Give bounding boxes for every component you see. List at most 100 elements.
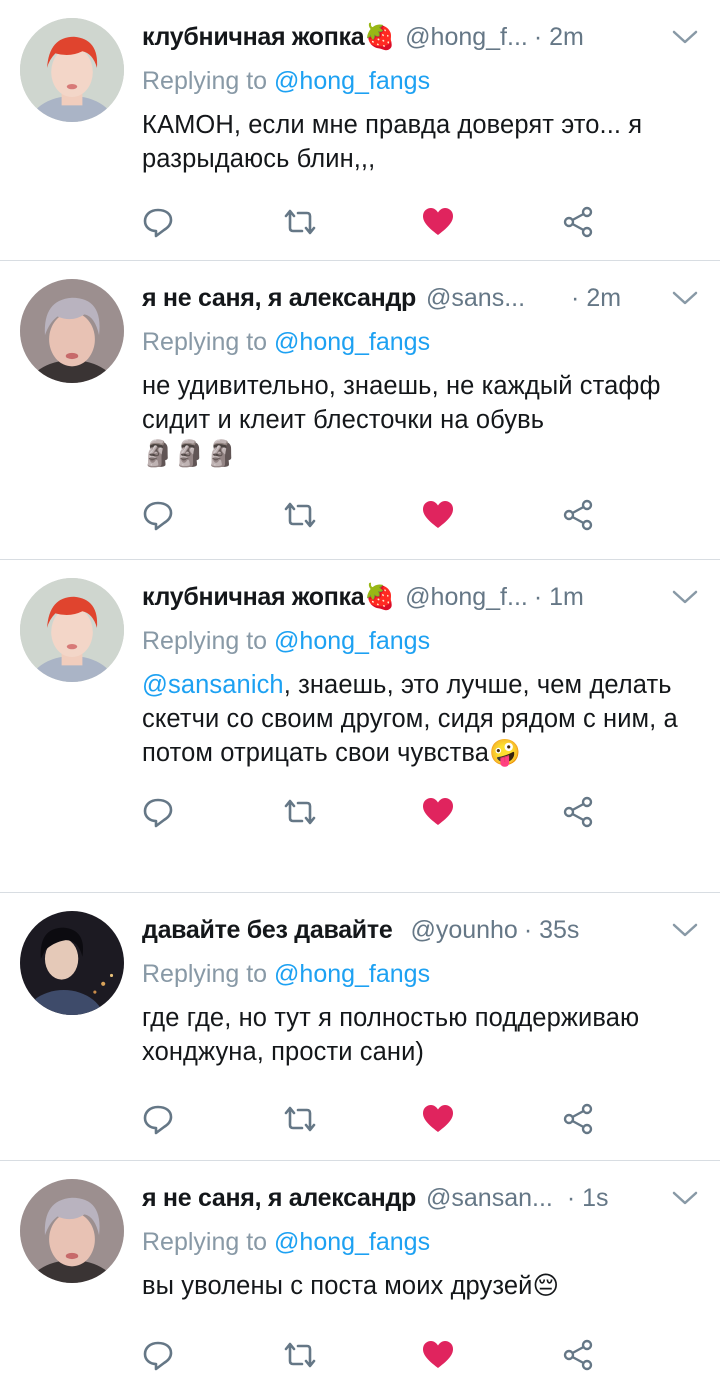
retweet-button[interactable]: [280, 1099, 420, 1139]
replying-to-label: Replying to: [142, 960, 275, 988]
action-bar: [140, 485, 700, 545]
share-icon: [563, 796, 593, 828]
reply-icon: [143, 501, 173, 531]
tweet-text: вы уволены с поста моих друзей😔: [142, 1269, 700, 1303]
retweet-button[interactable]: [280, 495, 420, 535]
replying-to: Replying to @hong_fangs: [142, 325, 700, 359]
avatar[interactable]: [20, 578, 124, 682]
reply-button[interactable]: [140, 202, 280, 242]
like-button[interactable]: [420, 1099, 560, 1139]
chevron-down-icon[interactable]: [670, 1186, 700, 1210]
user-handle[interactable]: @hong_f...: [405, 583, 528, 612]
red-haired-avatar-image: [20, 578, 124, 682]
heart-icon: [423, 501, 453, 528]
display-name[interactable]: я не саня, я александр: [142, 284, 416, 313]
share-button[interactable]: [560, 495, 700, 535]
share-button[interactable]: [560, 202, 700, 242]
user-handle[interactable]: @younho: [410, 916, 517, 945]
tweet[interactable]: я не саня, я александр @sans... · 2m Rep…: [0, 261, 720, 560]
action-bar: [140, 1325, 700, 1385]
tweet-emoji: 🗿🗿🗿: [142, 440, 238, 468]
reply-icon: [143, 208, 173, 238]
like-button[interactable]: [420, 495, 560, 535]
tweet-text: @sansanich, знаешь, это лучше, чем делат…: [142, 668, 700, 770]
replying-to: Replying to @hong_fangs: [142, 64, 700, 98]
replying-to-link[interactable]: @hong_fangs: [274, 1228, 430, 1256]
reply-icon: [143, 1341, 173, 1371]
dark-night-avatar-image: [20, 911, 124, 1015]
replying-to: Replying to @hong_fangs: [142, 1225, 700, 1259]
retweet-icon: [284, 1342, 316, 1368]
chevron-down-icon[interactable]: [670, 25, 700, 49]
action-bar: [140, 192, 700, 252]
user-handle[interactable]: @sansan...: [426, 1184, 553, 1213]
reply-button[interactable]: [140, 1099, 280, 1139]
share-button[interactable]: [560, 792, 700, 832]
reply-button[interactable]: [140, 1335, 280, 1375]
share-icon: [563, 206, 593, 238]
avatar[interactable]: [20, 18, 124, 122]
reply-button[interactable]: [140, 495, 280, 535]
reply-button[interactable]: [140, 792, 280, 832]
retweet-button[interactable]: [280, 202, 420, 242]
chevron-down-icon[interactable]: [670, 918, 700, 942]
replying-to-label: Replying to: [142, 67, 275, 95]
retweet-icon: [284, 799, 316, 825]
display-name[interactable]: клубничная жопка🍓: [142, 583, 395, 612]
replying-to-label: Replying to: [142, 328, 275, 356]
retweet-icon: [284, 1106, 316, 1132]
timestamp[interactable]: · 35s: [524, 916, 580, 945]
like-button[interactable]: [420, 1335, 560, 1375]
display-name[interactable]: клубничная жопка🍓: [142, 23, 395, 52]
avatar[interactable]: [20, 1179, 124, 1283]
heart-icon: [423, 798, 453, 825]
share-icon: [563, 499, 593, 531]
tweet-text: не удивительно, знаешь, не каждый стафф …: [142, 369, 700, 471]
tweet-text: где где, но тут я полностью поддерживаю …: [142, 1001, 700, 1069]
share-icon: [563, 1339, 593, 1371]
tweet-text: КАМОН, если мне правда доверят это... я …: [142, 108, 700, 176]
retweet-button[interactable]: [280, 1335, 420, 1375]
action-bar: [140, 1089, 700, 1149]
grey-haired-avatar-image: [20, 1179, 124, 1283]
replying-to-link[interactable]: @hong_fangs: [274, 328, 430, 356]
tweet-body: не удивительно, знаешь, не каждый стафф …: [142, 372, 661, 434]
display-name[interactable]: давайте без давайте: [142, 916, 393, 945]
timestamp[interactable]: · 1s: [567, 1184, 609, 1213]
tweet[interactable]: клубничная жопка🍓 @hong_f... · 1m Replyi…: [0, 560, 720, 893]
heart-icon: [423, 1105, 453, 1132]
retweet-icon: [284, 209, 316, 235]
share-button[interactable]: [560, 1335, 700, 1375]
replying-to-label: Replying to: [142, 627, 275, 655]
reply-icon: [143, 798, 173, 828]
timestamp[interactable]: · 2m: [534, 23, 584, 52]
chevron-down-icon[interactable]: [670, 286, 700, 310]
tweet[interactable]: давайте без давайте @younho · 35s Replyi…: [0, 893, 720, 1161]
timestamp[interactable]: · 2m: [571, 284, 621, 313]
retweet-button[interactable]: [280, 792, 420, 832]
user-handle[interactable]: @sans...: [426, 284, 525, 313]
replying-to-link[interactable]: @hong_fangs: [274, 67, 430, 95]
heart-icon: [423, 208, 453, 235]
avatar[interactable]: [20, 279, 124, 383]
user-handle[interactable]: @hong_f...: [405, 23, 528, 52]
avatar[interactable]: [20, 911, 124, 1015]
tweet[interactable]: клубничная жопка🍓 @hong_f... · 2m Replyi…: [0, 0, 720, 261]
tweet-body: где где, но тут я полностью поддерживаю …: [142, 1004, 640, 1066]
replying-to-link[interactable]: @hong_fangs: [274, 627, 430, 655]
heart-icon: [423, 1341, 453, 1368]
replying-to: Replying to @hong_fangs: [142, 624, 700, 658]
tweet-body: вы уволены с поста моих друзей😔: [142, 1272, 560, 1300]
mention-link[interactable]: @sansanich: [142, 671, 284, 699]
like-button[interactable]: [420, 792, 560, 832]
tweet[interactable]: я не саня, я александр @sansan... · 1s R…: [0, 1161, 720, 1390]
chevron-down-icon[interactable]: [670, 585, 700, 609]
replying-to: Replying to @hong_fangs: [142, 957, 700, 991]
timestamp[interactable]: · 1m: [534, 583, 584, 612]
like-button[interactable]: [420, 202, 560, 242]
share-button[interactable]: [560, 1099, 700, 1139]
replying-to-link[interactable]: @hong_fangs: [274, 960, 430, 988]
share-icon: [563, 1103, 593, 1135]
display-name[interactable]: я не саня, я александр: [142, 1184, 416, 1213]
reply-icon: [143, 1105, 173, 1135]
